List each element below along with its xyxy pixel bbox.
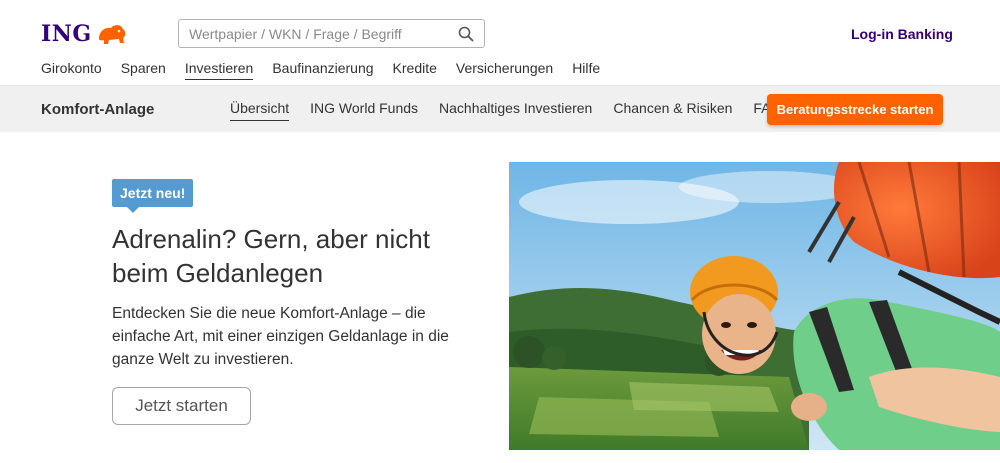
- sub-navigation-bar: Komfort-Anlage Übersicht ING World Funds…: [0, 85, 1000, 132]
- beratungsstrecke-button[interactable]: Beratungsstrecke starten: [767, 94, 943, 125]
- new-badge: Jetzt neu!: [112, 179, 194, 213]
- nav-item-kredite[interactable]: Kredite: [393, 60, 437, 80]
- subnav-item-world-funds[interactable]: ING World Funds: [310, 100, 418, 121]
- logo-text: ING: [41, 21, 92, 47]
- login-banking-link[interactable]: Log-in Banking: [851, 26, 953, 42]
- nav-item-hilfe[interactable]: Hilfe: [572, 60, 600, 80]
- search-box[interactable]: [178, 19, 485, 48]
- hero-description: Entdecken Sie die neue Komfort-Anlage – …: [112, 305, 449, 368]
- nav-item-girokonto[interactable]: Girokonto: [41, 60, 102, 80]
- subnav-item-uebersicht[interactable]: Übersicht: [230, 100, 290, 121]
- section-title[interactable]: Komfort-Anlage: [41, 101, 154, 118]
- search-icon[interactable]: [458, 26, 474, 42]
- hero-title: Adrenalin? Gern, aber nicht beim Geldanl…: [112, 224, 430, 288]
- nav-item-investieren[interactable]: Investieren: [184, 60, 254, 80]
- search-input[interactable]: [189, 24, 449, 44]
- nav-item-versicherungen[interactable]: Versicherungen: [456, 60, 553, 80]
- hero-image: [509, 162, 1000, 450]
- nav-item-sparen[interactable]: Sparen: [121, 60, 166, 80]
- zipline-photo: [509, 162, 1000, 450]
- sub-nav: Übersicht ING World Funds Nachhaltiges I…: [230, 100, 802, 121]
- subnav-item-nachhaltig[interactable]: Nachhaltiges Investieren: [439, 100, 592, 121]
- nav-item-baufinanzierung[interactable]: Baufinanzierung: [272, 60, 373, 80]
- start-button[interactable]: Jetzt starten: [112, 387, 251, 425]
- main-nav: Girokonto Sparen Investieren Baufinanzie…: [41, 60, 619, 80]
- ing-logo[interactable]: ING: [41, 21, 128, 47]
- subnav-item-chancen-risiken[interactable]: Chancen & Risiken: [613, 100, 732, 121]
- lion-logo-icon: [98, 25, 125, 44]
